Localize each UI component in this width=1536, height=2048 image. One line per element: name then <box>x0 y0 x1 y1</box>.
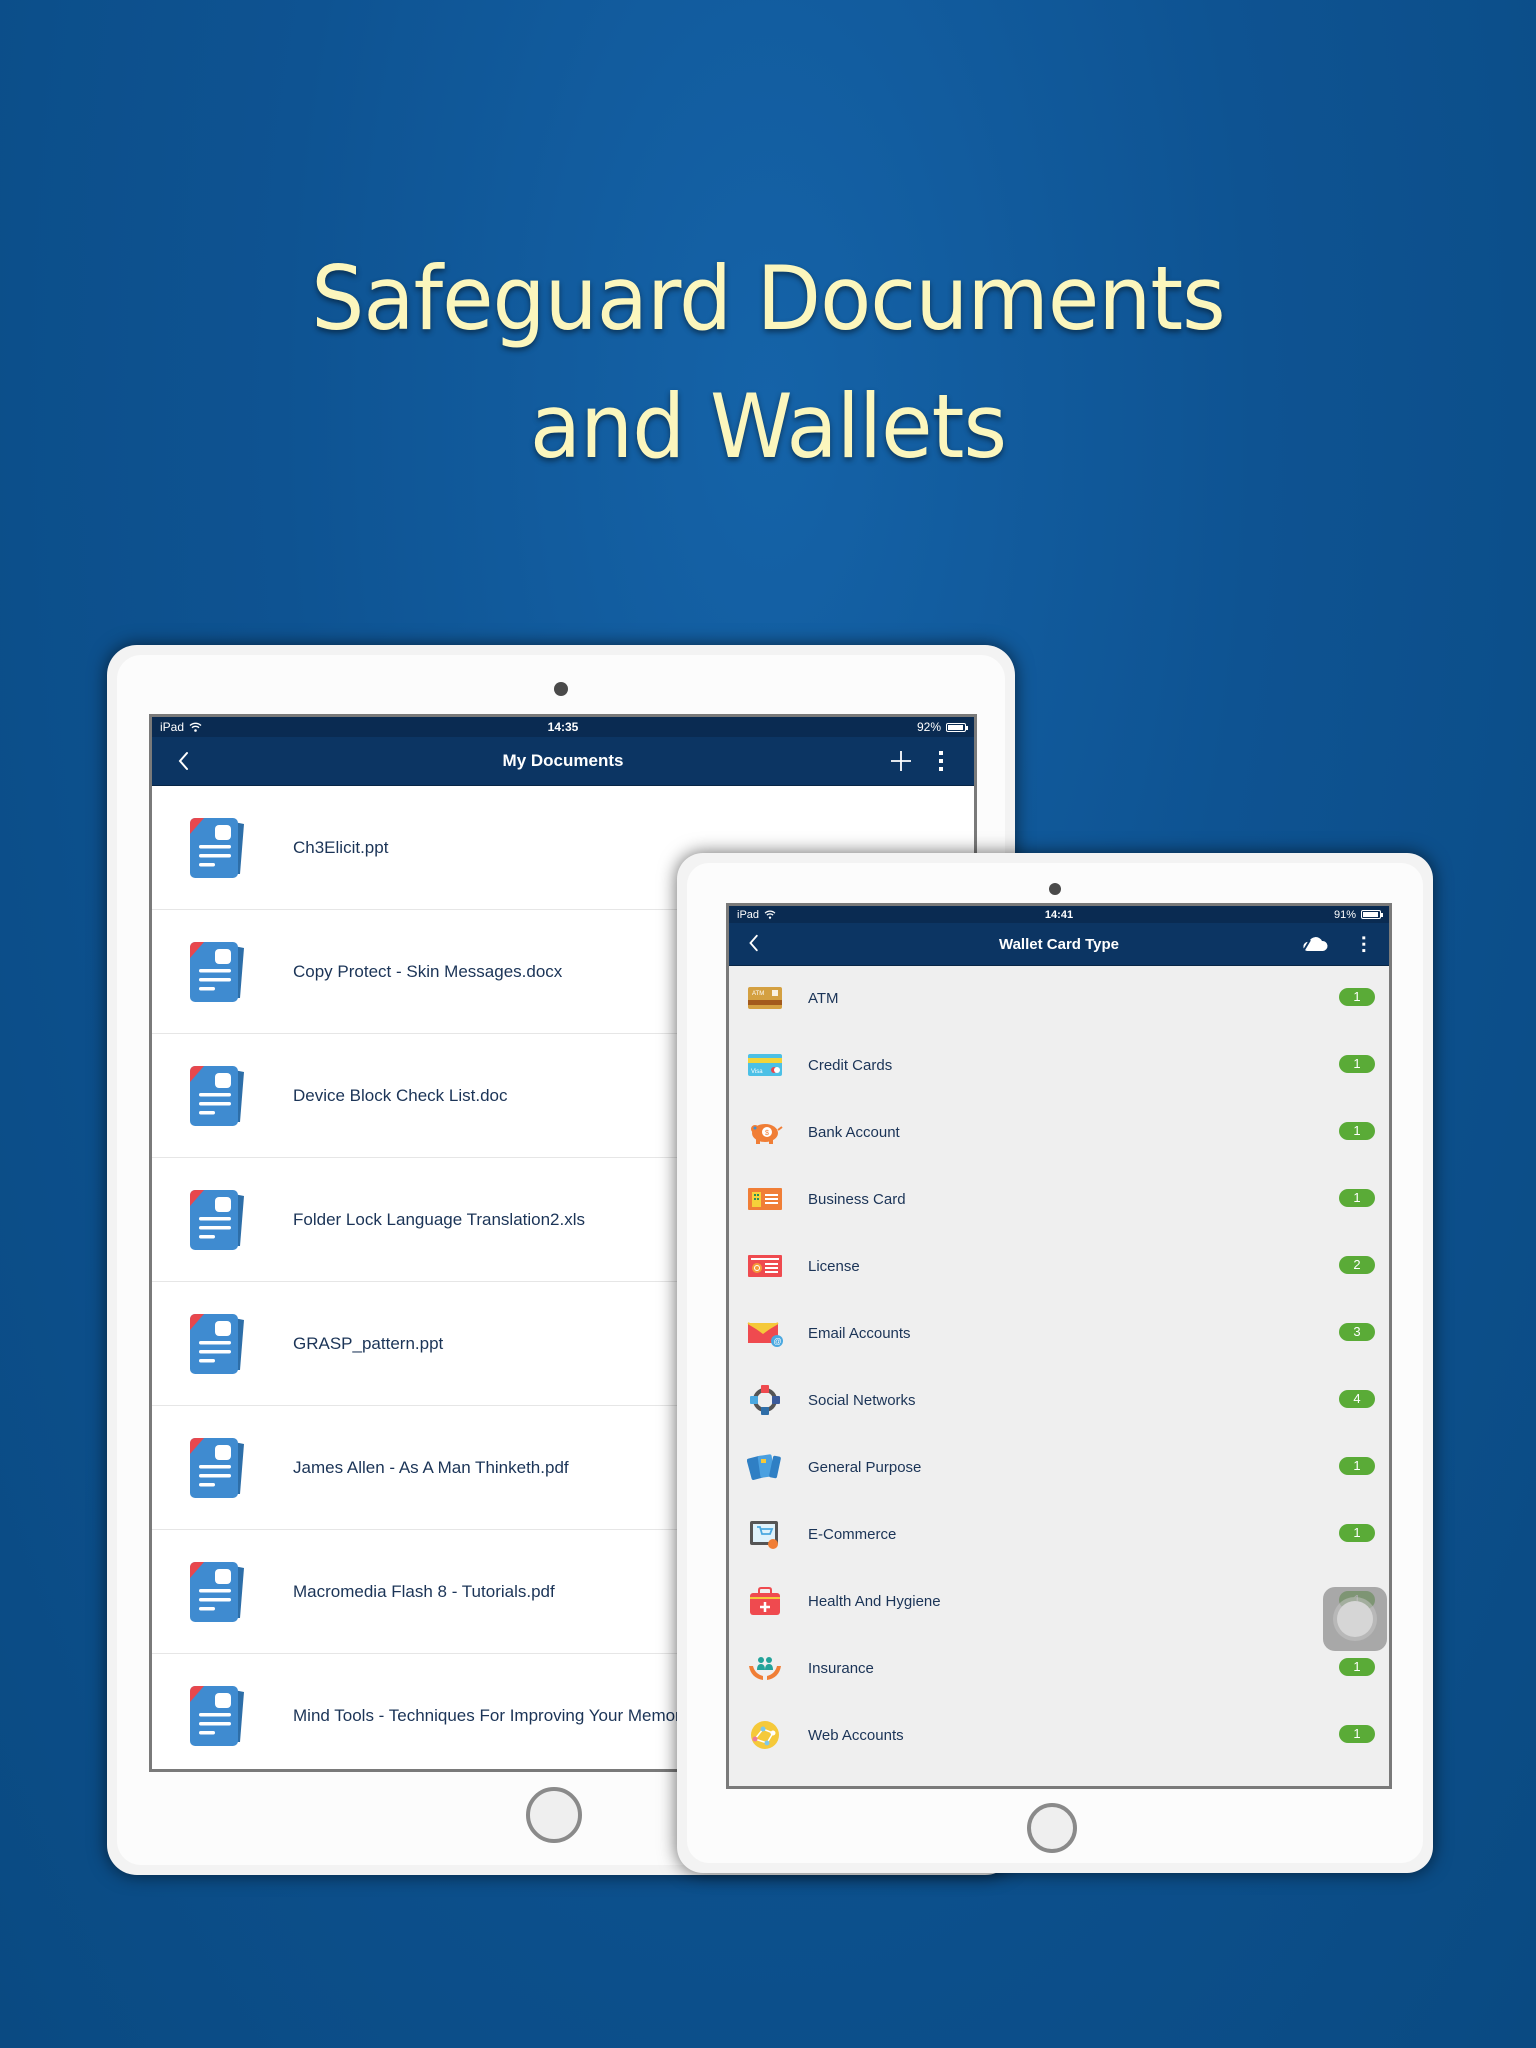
document-name: Mind Tools - Techniques For Improving Yo… <box>293 1705 690 1725</box>
svg-text:$: $ <box>765 1130 769 1137</box>
document-name: Ch3Elicit.ppt <box>293 837 389 857</box>
wallet-type-label: E-Commerce <box>808 1526 897 1543</box>
wallet-type-row[interactable]: Web Accounts 1 <box>729 1703 1389 1770</box>
headline: Safeguard Documents and Wallets <box>38 235 1497 491</box>
count-badge: 1 <box>1339 1524 1375 1542</box>
document-icon <box>190 1686 244 1746</box>
page-title: My Documents <box>502 751 624 770</box>
count-badge: 1 <box>1339 988 1375 1006</box>
count-badge: 1 <box>1339 1658 1375 1676</box>
document-name: Device Block Check List.doc <box>293 1085 508 1105</box>
wallet-type-label: ATM <box>808 990 839 1007</box>
battery-percent: 91% <box>1333 908 1356 921</box>
document-name: GRASP_pattern.ppt <box>293 1333 444 1353</box>
business-card-icon <box>748 1188 782 1210</box>
social-network-icon <box>750 1385 780 1415</box>
more-vertical-icon[interactable] <box>1353 931 1375 957</box>
battery-icon <box>1361 910 1383 919</box>
wallet-screen: iPad 14:41 91% Wallet Card Type ATM ATM … <box>726 903 1392 1789</box>
device-label: iPad <box>160 720 185 734</box>
count-badge: 1 <box>1339 1725 1375 1743</box>
battery-icon <box>946 722 968 732</box>
wallet-type-label: Insurance <box>808 1660 874 1677</box>
wallet-type-label: Email Accounts <box>808 1325 911 1342</box>
assistive-touch-button[interactable] <box>1323 1587 1387 1651</box>
wallet-type-label: Web Accounts <box>808 1727 904 1744</box>
wallet-type-row[interactable]: Business Card 1 <box>729 1167 1389 1234</box>
count-badge: 3 <box>1339 1323 1375 1341</box>
piggy-bank-icon: $ <box>751 1124 783 1144</box>
wallet-type-row[interactable]: Health And Hygiene1 <box>729 1569 1389 1636</box>
globe-icon <box>751 1721 779 1749</box>
wallet-type-row[interactable]: ATM ATM 1 <box>729 966 1389 1033</box>
cloud-icon[interactable] <box>1301 934 1329 954</box>
wifi-icon <box>189 722 202 732</box>
document-name: Copy Protect - Skin Messages.docx <box>293 961 563 981</box>
wallet-type-label: Credit Cards <box>808 1057 893 1074</box>
document-name: Folder Lock Language Translation2.xls <box>293 1209 586 1229</box>
svg-text:@: @ <box>774 1337 782 1346</box>
count-badge: 1 <box>1339 1189 1375 1207</box>
document-name: Macromedia Flash 8 - Tutorials.pdf <box>293 1581 555 1601</box>
license-icon <box>748 1255 782 1277</box>
cards-icon <box>747 1454 781 1480</box>
wifi-icon <box>764 910 776 919</box>
document-icon <box>190 1066 244 1126</box>
assistive-touch-dot <box>1337 1601 1373 1637</box>
wallet-type-row[interactable]: Insurance 1 <box>729 1636 1389 1703</box>
headline-line-1: Safeguard Documents <box>311 247 1226 350</box>
insurance-icon <box>749 1657 781 1680</box>
wallet-type-label: Business Card <box>808 1191 906 1208</box>
document-icon <box>190 1562 244 1622</box>
device-label: iPad <box>737 908 760 921</box>
count-badge: 1 <box>1339 1055 1375 1073</box>
document-icon <box>190 1314 244 1374</box>
document-icon <box>190 942 244 1002</box>
wallet-type-row[interactable]: E-Commerce 1 <box>729 1502 1389 1569</box>
camera-icon <box>554 682 568 696</box>
wallet-type-label: Bank Account <box>808 1124 900 1141</box>
home-button[interactable] <box>526 1787 582 1843</box>
wallet-card-type-list: ATM ATM 1 Visa Credit Cards 1 $ Bank Account 1 Bu… <box>729 966 1389 1786</box>
credit-card-icon: Visa <box>748 1054 782 1076</box>
wallet-type-row[interactable]: Social Networks 4 <box>729 1368 1389 1435</box>
wallet-type-label: Social Networks <box>808 1392 916 1409</box>
headline-line-2: and Wallets <box>529 375 1007 478</box>
document-icon <box>190 1190 244 1250</box>
wallet-type-row[interactable]: $ Bank Account 1 <box>729 1100 1389 1167</box>
nav-bar: My Documents <box>152 737 974 786</box>
svg-text:ATM: ATM <box>752 991 764 997</box>
count-badge: 1 <box>1339 1122 1375 1140</box>
wallet-type-row[interactable]: @ Email Accounts 3 <box>729 1301 1389 1368</box>
status-bar: iPad 14:35 92% <box>152 717 974 737</box>
plus-icon[interactable] <box>888 747 914 775</box>
document-icon <box>190 1438 244 1498</box>
atm-card-icon: ATM <box>748 987 782 1009</box>
more-vertical-icon[interactable] <box>928 747 954 775</box>
document-icon <box>190 818 244 878</box>
svg-text:Visa: Visa <box>751 1069 763 1075</box>
wallet-type-label: General Purpose <box>808 1459 922 1476</box>
email-icon: @ <box>747 1322 783 1347</box>
home-button[interactable] <box>1027 1803 1077 1853</box>
ipad-wallet-device: iPad 14:41 91% Wallet Card Type ATM ATM … <box>677 853 1433 1873</box>
first-aid-kit-icon <box>750 1587 780 1615</box>
page-title: Wallet Card Type <box>998 935 1120 953</box>
battery-percent: 92% <box>916 720 941 734</box>
status-time: 14:35 <box>547 720 579 734</box>
wallet-type-label: Health And Hygiene <box>808 1593 941 1610</box>
count-badge: 4 <box>1339 1390 1375 1408</box>
ecommerce-icon <box>750 1521 778 1549</box>
status-time: 14:41 <box>1044 908 1074 921</box>
document-name: James Allen - As A Man Thinketh.pdf <box>293 1457 569 1477</box>
wallet-type-label: License <box>808 1258 860 1275</box>
camera-icon <box>1049 883 1061 895</box>
wallet-type-row[interactable]: Visa Credit Cards 1 <box>729 1033 1389 1100</box>
wallet-type-row[interactable]: General Purpose 1 <box>729 1435 1389 1502</box>
wallet-type-row[interactable]: License 2 <box>729 1234 1389 1301</box>
status-bar: iPad 14:41 91% <box>729 906 1389 923</box>
count-badge: 2 <box>1339 1256 1375 1274</box>
count-badge: 1 <box>1339 1457 1375 1475</box>
nav-bar: Wallet Card Type <box>729 923 1389 966</box>
